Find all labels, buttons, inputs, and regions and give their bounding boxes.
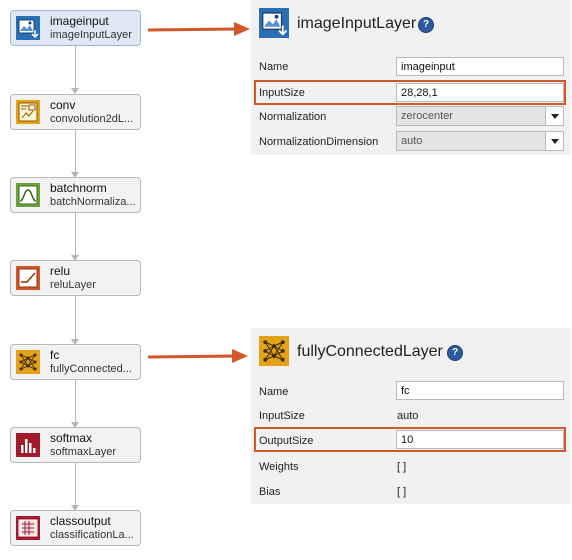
panel-title: imageInputLayer bbox=[297, 15, 417, 32]
property-label-name: Name bbox=[259, 386, 289, 398]
fully-connected-icon bbox=[259, 336, 289, 366]
input-size-value: auto bbox=[397, 410, 419, 422]
layer-type: classificationLa... bbox=[50, 529, 134, 541]
chevron-down-icon[interactable] bbox=[545, 132, 563, 150]
normalization-dropdown[interactable]: zerocenter bbox=[396, 106, 564, 126]
layer-name: batchnorm bbox=[50, 181, 107, 195]
properties-panel-fully-connected: fullyConnectedLayer ? Name fc InputSize … bbox=[251, 328, 571, 504]
callout-arrow bbox=[147, 349, 248, 363]
property-label-normalization-dimension: NormalizationDimension bbox=[259, 136, 379, 148]
property-label-weights: Weights bbox=[259, 461, 299, 473]
convolution-icon bbox=[16, 100, 40, 124]
layer-node-fc[interactable]: fc fullyConnected... bbox=[10, 344, 141, 380]
help-icon[interactable]: ? bbox=[418, 17, 434, 33]
normalization-value: zerocenter bbox=[401, 110, 453, 122]
layer-type: imageInputLayer bbox=[50, 29, 132, 41]
layer-node-imageinput[interactable]: imageinput imageInputLayer bbox=[10, 10, 141, 46]
connector bbox=[75, 463, 76, 505]
normalization-dimension-value: auto bbox=[401, 135, 423, 147]
normalization-dimension-dropdown[interactable]: auto bbox=[396, 131, 564, 151]
input-size-highlight bbox=[254, 80, 566, 105]
relu-icon bbox=[16, 266, 40, 290]
output-size-highlight bbox=[254, 427, 566, 452]
layer-type: reluLayer bbox=[50, 279, 96, 291]
connector bbox=[75, 296, 76, 339]
property-label-name: Name bbox=[259, 61, 289, 73]
layer-node-classoutput[interactable]: classoutput classificationLa... bbox=[10, 510, 141, 546]
layer-type: batchNormaliza... bbox=[50, 196, 136, 208]
callout-arrow bbox=[147, 22, 250, 36]
connector bbox=[75, 46, 76, 88]
batchnorm-icon bbox=[16, 183, 40, 207]
layer-name: conv bbox=[50, 98, 76, 112]
panel-title: fullyConnectedLayer bbox=[297, 343, 443, 360]
layer-node-softmax[interactable]: softmax softmaxLayer bbox=[10, 427, 141, 463]
properties-panel-image-input: imageInputLayer ? Name imageinput InputS… bbox=[251, 0, 571, 155]
bias-value: [ ] bbox=[397, 486, 407, 498]
layer-type: softmaxLayer bbox=[50, 446, 117, 458]
property-label-input-size: InputSize bbox=[259, 410, 305, 422]
name-field[interactable]: imageinput bbox=[396, 57, 564, 76]
layer-node-relu[interactable]: relu reluLayer bbox=[10, 260, 141, 296]
layer-node-batchnorm[interactable]: batchnorm batchNormaliza... bbox=[10, 177, 141, 213]
chevron-down-icon[interactable] bbox=[545, 107, 563, 125]
layer-name: softmax bbox=[50, 431, 93, 445]
layer-name: classoutput bbox=[50, 514, 111, 528]
image-input-icon bbox=[16, 16, 40, 40]
connector bbox=[75, 380, 76, 422]
layer-name: imageinput bbox=[50, 14, 109, 28]
name-field[interactable]: fc bbox=[396, 381, 564, 400]
fully-connected-icon bbox=[16, 350, 40, 374]
layer-name: relu bbox=[50, 264, 71, 278]
connector bbox=[75, 130, 76, 172]
weights-value: [ ] bbox=[397, 461, 407, 473]
layer-node-conv[interactable]: conv convolution2dL... bbox=[10, 94, 141, 130]
help-icon[interactable]: ? bbox=[447, 345, 463, 361]
property-label-bias: Bias bbox=[259, 486, 281, 498]
classification-icon bbox=[16, 516, 40, 540]
layer-type: convolution2dL... bbox=[50, 113, 134, 125]
property-label-normalization: Normalization bbox=[259, 111, 327, 123]
image-input-icon bbox=[259, 8, 289, 38]
softmax-icon bbox=[16, 433, 40, 457]
connector bbox=[75, 213, 76, 255]
layer-name: fc bbox=[50, 348, 60, 362]
layer-type: fullyConnected... bbox=[50, 363, 132, 375]
